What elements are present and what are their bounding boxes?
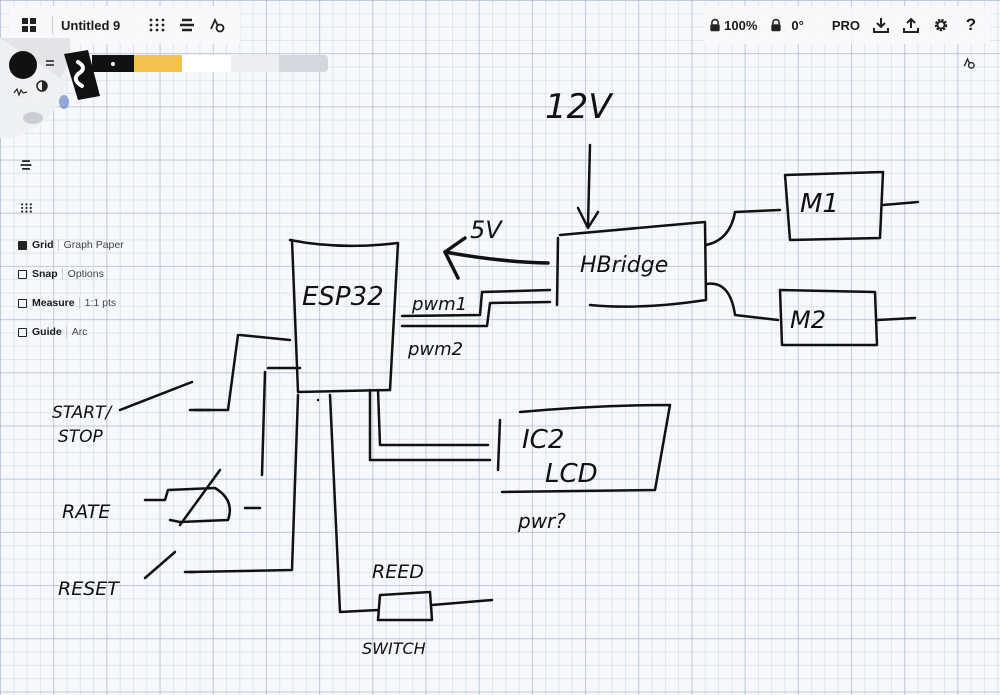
zoom-lock[interactable]: 100% [708,16,757,34]
upload-icon [903,17,919,33]
swatch-yellow[interactable] [134,55,182,72]
grid-squares-icon [22,18,36,32]
layers-icon [180,18,195,32]
watercolor-tool[interactable] [59,95,69,109]
checkbox[interactable] [18,269,27,279]
toggle-snap[interactable]: Snap Options [18,268,104,280]
zoom-level: 100% [724,17,758,33]
shapes-icon[interactable] [954,48,984,78]
label-m2: M2 [790,306,826,334]
option-label: Snap [32,268,58,280]
option-label: Grid [32,239,54,251]
lock-icon [771,18,782,32]
label-m1: M1 [800,189,839,219]
dots-grid-icon [20,203,32,213]
toggle-grid[interactable]: Grid Graph Paper [18,239,124,251]
shapes-icon-glyph [963,57,975,69]
label-reset: RESET [58,578,120,600]
option-label: Measure [32,297,75,309]
label-esp32: ESP32 [302,282,384,312]
import-button[interactable] [866,10,896,40]
rotation-lock[interactable]: 0° [769,16,804,34]
download-icon [873,18,889,33]
option-label: Guide [32,326,62,338]
label-reed: REED [372,561,424,583]
top-right-toolbar: 100% 0° PRO ? [704,6,990,44]
option-value[interactable]: Graph Paper [57,239,124,251]
brush-size-indicator[interactable] [9,51,37,79]
checkbox[interactable] [18,327,27,337]
label-12v: 12V [545,87,614,127]
grid-side-button[interactable] [11,193,41,223]
help-button[interactable]: ? [956,10,986,40]
swatch-gray[interactable] [279,55,328,72]
label-switch: SWITCH [362,639,426,658]
label-pwm1: pwm1 [411,294,467,315]
swatch-light-gray[interactable] [231,55,279,72]
swatch-black[interactable] [92,55,134,72]
gear-icon [934,18,948,32]
airbrush-tool[interactable] [23,112,43,124]
lock-icon [710,18,720,32]
swatch-white[interactable] [182,55,231,72]
export-button[interactable] [896,10,926,40]
checkbox-checked[interactable] [18,240,27,250]
option-value[interactable]: 1:1 pts [78,297,116,309]
option-value[interactable]: Arc [65,326,88,338]
sketch-labels: 12V 5V ESP32 HBridge M1 M2 pwm1 pwm2 IC2… [52,87,839,658]
layers-side-button[interactable] [11,150,41,180]
label-start: START/ [52,403,113,423]
drawing-canvas[interactable]: 12V 5V ESP32 HBridge M1 M2 pwm1 pwm2 IC2… [0,0,1000,695]
shapes-button[interactable] [202,10,232,40]
layers-button[interactable] [172,10,202,40]
divider [52,16,53,34]
rotation-value: 0° [791,17,804,33]
option-value[interactable]: Options [61,268,104,280]
selected-dot [111,61,115,66]
label-pwr: pwr? [517,509,566,533]
label-5v: 5V [470,216,503,244]
checkbox[interactable] [18,298,27,308]
label-lcd: LCD [545,459,598,489]
dots-grid-icon [149,18,165,32]
shapes-icon [210,17,225,33]
layers-icon [20,160,32,170]
gallery-button[interactable] [14,10,44,40]
label-i2c: IC2 [522,425,564,455]
label-pwm2: pwm2 [407,339,463,360]
sketch-strokes [118,143,920,622]
tool-wheel[interactable] [0,38,110,138]
document-title[interactable]: Untitled 9 [61,18,120,33]
settings-button[interactable] [926,10,956,40]
label-hbridge: HBridge [580,253,668,278]
label-stop: STOP [58,427,104,447]
toggle-guide[interactable]: Guide Arc [18,326,88,338]
color-palette [92,55,328,72]
toggle-measure[interactable]: Measure 1:1 pts [18,297,116,309]
label-rate: RATE [62,501,110,523]
pro-button[interactable]: PRO [832,18,860,33]
grid-settings-button[interactable] [142,10,172,40]
